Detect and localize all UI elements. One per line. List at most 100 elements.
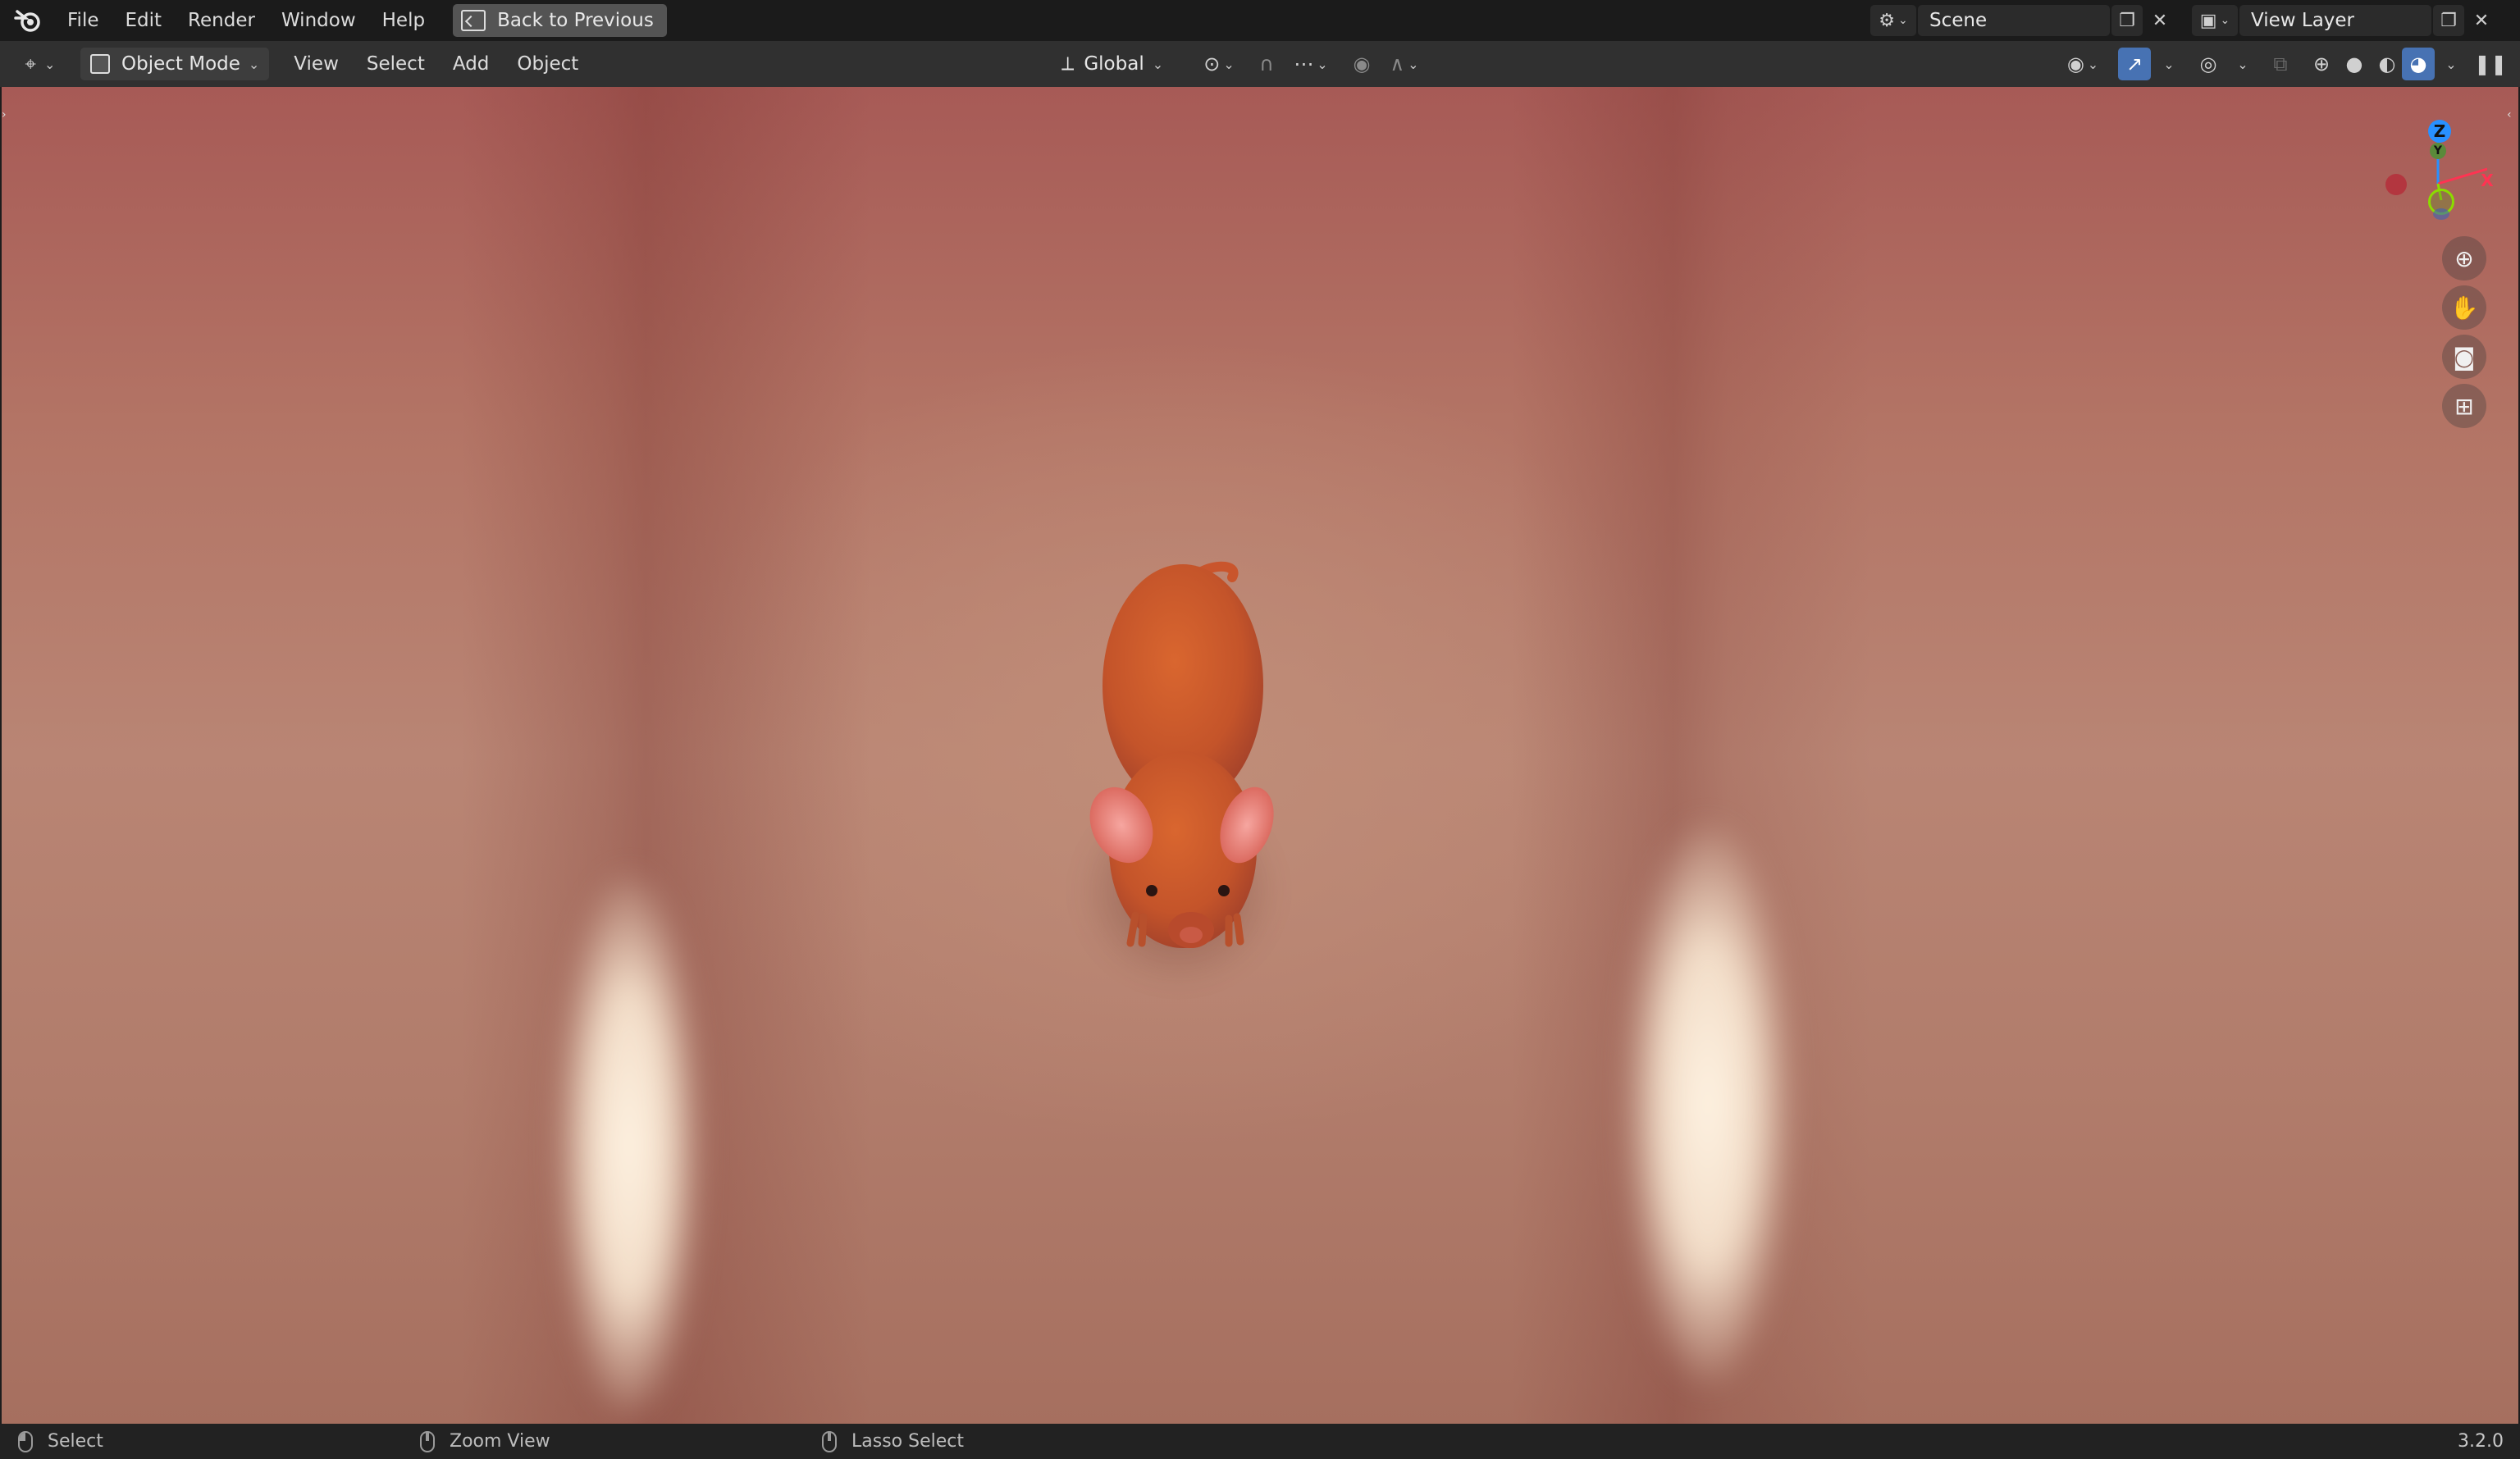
hand-icon: ✋: [2449, 294, 2479, 321]
menu-object[interactable]: Object: [505, 53, 590, 75]
3d-viewport-icon: ⌖: [25, 52, 37, 75]
wireframe-sphere-icon: ⊕: [2312, 52, 2331, 75]
grid-perspective-icon: ⊞: [2454, 392, 2474, 420]
perspective-toggle-button[interactable]: ⊞: [2442, 384, 2486, 428]
top-menu-bar: File Edit Render Window Help Back to Pre…: [0, 0, 2520, 41]
falloff-curve-icon: ∧: [1390, 52, 1405, 75]
scene-name-field[interactable]: Scene: [1918, 5, 2110, 36]
mouse-model[interactable]: [1068, 546, 1298, 1005]
scene-name: Scene: [1929, 10, 1988, 31]
menu-select[interactable]: Select: [355, 53, 436, 75]
view-layer-name: View Layer: [2251, 10, 2355, 31]
object-mode-label: Object Mode: [121, 53, 240, 75]
wireframe-shading-button[interactable]: ⊕: [2305, 48, 2338, 80]
view-layer-browse-button[interactable]: ▣ ⌄: [2192, 5, 2238, 36]
camera-view-button[interactable]: ◙: [2442, 335, 2486, 379]
solid-shading-button[interactable]: ●: [2338, 48, 2371, 80]
mouse-right-icon: [822, 1430, 837, 1452]
overlays-icon: ◎: [2199, 52, 2217, 75]
chevron-down-icon: ⌄: [2163, 56, 2175, 72]
navigation-gizmo[interactable]: Z Y X: [2364, 103, 2494, 226]
solid-sphere-icon: ●: [2345, 52, 2363, 75]
menu-render[interactable]: Render: [175, 2, 268, 39]
gizmo-x-axis[interactable]: X: [2476, 169, 2499, 192]
proportional-editing-toggle[interactable]: ◉: [1345, 48, 1378, 80]
snap-toggle[interactable]: ∩: [1250, 48, 1283, 80]
shading-options-button[interactable]: ⌄: [2435, 48, 2468, 80]
toolbar-expand-arrow[interactable]: ›: [2, 108, 13, 126]
sidebar-expand-arrow[interactable]: ‹: [2507, 108, 2518, 126]
xray-icon: ⧉: [2273, 52, 2288, 75]
gizmo-icon: ↗: [2125, 52, 2143, 75]
close-icon: ✕: [2152, 10, 2168, 31]
pivot-point-icon: ⊙: [1203, 52, 1221, 75]
snap-increment-icon: ⋯: [1294, 52, 1314, 75]
rendered-sphere-icon: ◕: [2409, 52, 2427, 75]
zoom-button[interactable]: ⊕: [2442, 236, 2486, 280]
xray-toggle[interactable]: ⧉: [2264, 48, 2297, 80]
transform-orientation-dropdown[interactable]: ⟂ Global ⌄: [1052, 48, 1173, 80]
object-visibility-button[interactable]: ◉ ⌄: [2059, 48, 2107, 80]
snap-target-button[interactable]: ⋯ ⌄: [1285, 48, 1337, 80]
blender-logo-icon[interactable]: [13, 6, 43, 35]
copy-icon: ❐: [2119, 10, 2135, 31]
new-view-layer-button[interactable]: ❐: [2433, 5, 2464, 36]
gizmo-z-axis[interactable]: Z: [2428, 120, 2451, 143]
chevron-down-icon: ⌄: [2445, 56, 2457, 72]
menu-help[interactable]: Help: [369, 2, 438, 39]
rendered-shading-button[interactable]: ◕: [2402, 48, 2435, 80]
proportional-editing-icon: ◉: [1353, 52, 1371, 75]
status-zoom-hint: Zoom View: [420, 1430, 550, 1452]
mouse-left-icon: [18, 1430, 33, 1452]
back-to-previous-button[interactable]: Back to Previous: [453, 4, 667, 37]
view-layer-name-field[interactable]: View Layer: [2239, 5, 2431, 36]
eye-icon: ◉: [2066, 52, 2084, 75]
zoom-icon: ⊕: [2454, 244, 2474, 272]
copy-icon: ❐: [2440, 10, 2457, 31]
object-mode-dropdown[interactable]: Object Mode ⌄: [80, 48, 270, 80]
object-mode-icon: [90, 54, 110, 74]
delete-view-layer-button[interactable]: ✕: [2466, 5, 2497, 36]
pan-button[interactable]: ✋: [2442, 285, 2486, 330]
pause-icon: ❚❚: [2473, 52, 2508, 75]
pause-render-button[interactable]: ❚❚: [2474, 48, 2507, 80]
gizmo-z-axis-negative[interactable]: [2433, 208, 2449, 220]
delete-scene-button[interactable]: ✕: [2144, 5, 2175, 36]
menu-view[interactable]: View: [282, 53, 350, 75]
proportional-falloff-button[interactable]: ∧ ⌄: [1380, 48, 1429, 80]
gizmo-options-button[interactable]: ⌄: [2152, 48, 2185, 80]
status-bar: Select Zoom View Lasso Select 3.2.0: [0, 1424, 2520, 1459]
close-icon: ✕: [2473, 10, 2490, 31]
mouse-middle-icon: [420, 1430, 435, 1452]
show-overlays-toggle[interactable]: ◎: [2192, 48, 2225, 80]
scene-browse-button[interactable]: ⚙ ⌄: [1870, 5, 1916, 36]
status-zoom-label: Zoom View: [450, 1431, 550, 1452]
overlays-options-button[interactable]: ⌄: [2226, 48, 2259, 80]
status-lasso-hint: Lasso Select: [822, 1430, 964, 1452]
chevron-down-icon: ⌄: [2237, 56, 2248, 72]
magnet-icon: ∩: [1259, 52, 1274, 75]
status-lasso-label: Lasso Select: [851, 1431, 964, 1452]
menu-add[interactable]: Add: [441, 53, 501, 75]
orientation-axes-icon: ⟂: [1061, 53, 1075, 75]
back-icon: [461, 10, 486, 31]
right-light-reflection: [1626, 825, 1790, 1383]
menu-file[interactable]: File: [54, 2, 112, 39]
image-layers-icon: ▣: [2199, 10, 2217, 31]
camera-icon: ◙: [2453, 343, 2476, 371]
material-preview-button[interactable]: ◐: [2371, 48, 2404, 80]
pivot-point-button[interactable]: ⊙ ⌄: [1194, 48, 1244, 80]
transform-orientation-label: Global: [1084, 53, 1144, 75]
gizmo-y-axis-negative[interactable]: Y: [2430, 143, 2446, 159]
menu-edit[interactable]: Edit: [112, 2, 176, 39]
status-select-label: Select: [48, 1431, 103, 1452]
new-scene-button[interactable]: ❐: [2111, 5, 2143, 36]
menu-window[interactable]: Window: [268, 2, 369, 39]
show-gizmo-toggle[interactable]: ↗: [2118, 48, 2151, 80]
editor-type-button[interactable]: ⌖ ⌄: [15, 48, 66, 80]
status-select-hint: Select: [18, 1430, 103, 1452]
3d-viewport[interactable]: › ‹ Z Y X ⊕ ✋ ◙ ⊞: [2, 87, 2518, 1424]
gizmo-x-axis-negative[interactable]: [2385, 174, 2407, 195]
viewport-header: ⌖ ⌄ Object Mode ⌄ View Select Add Object …: [0, 41, 2520, 87]
material-sphere-icon: ◐: [2378, 52, 2396, 75]
